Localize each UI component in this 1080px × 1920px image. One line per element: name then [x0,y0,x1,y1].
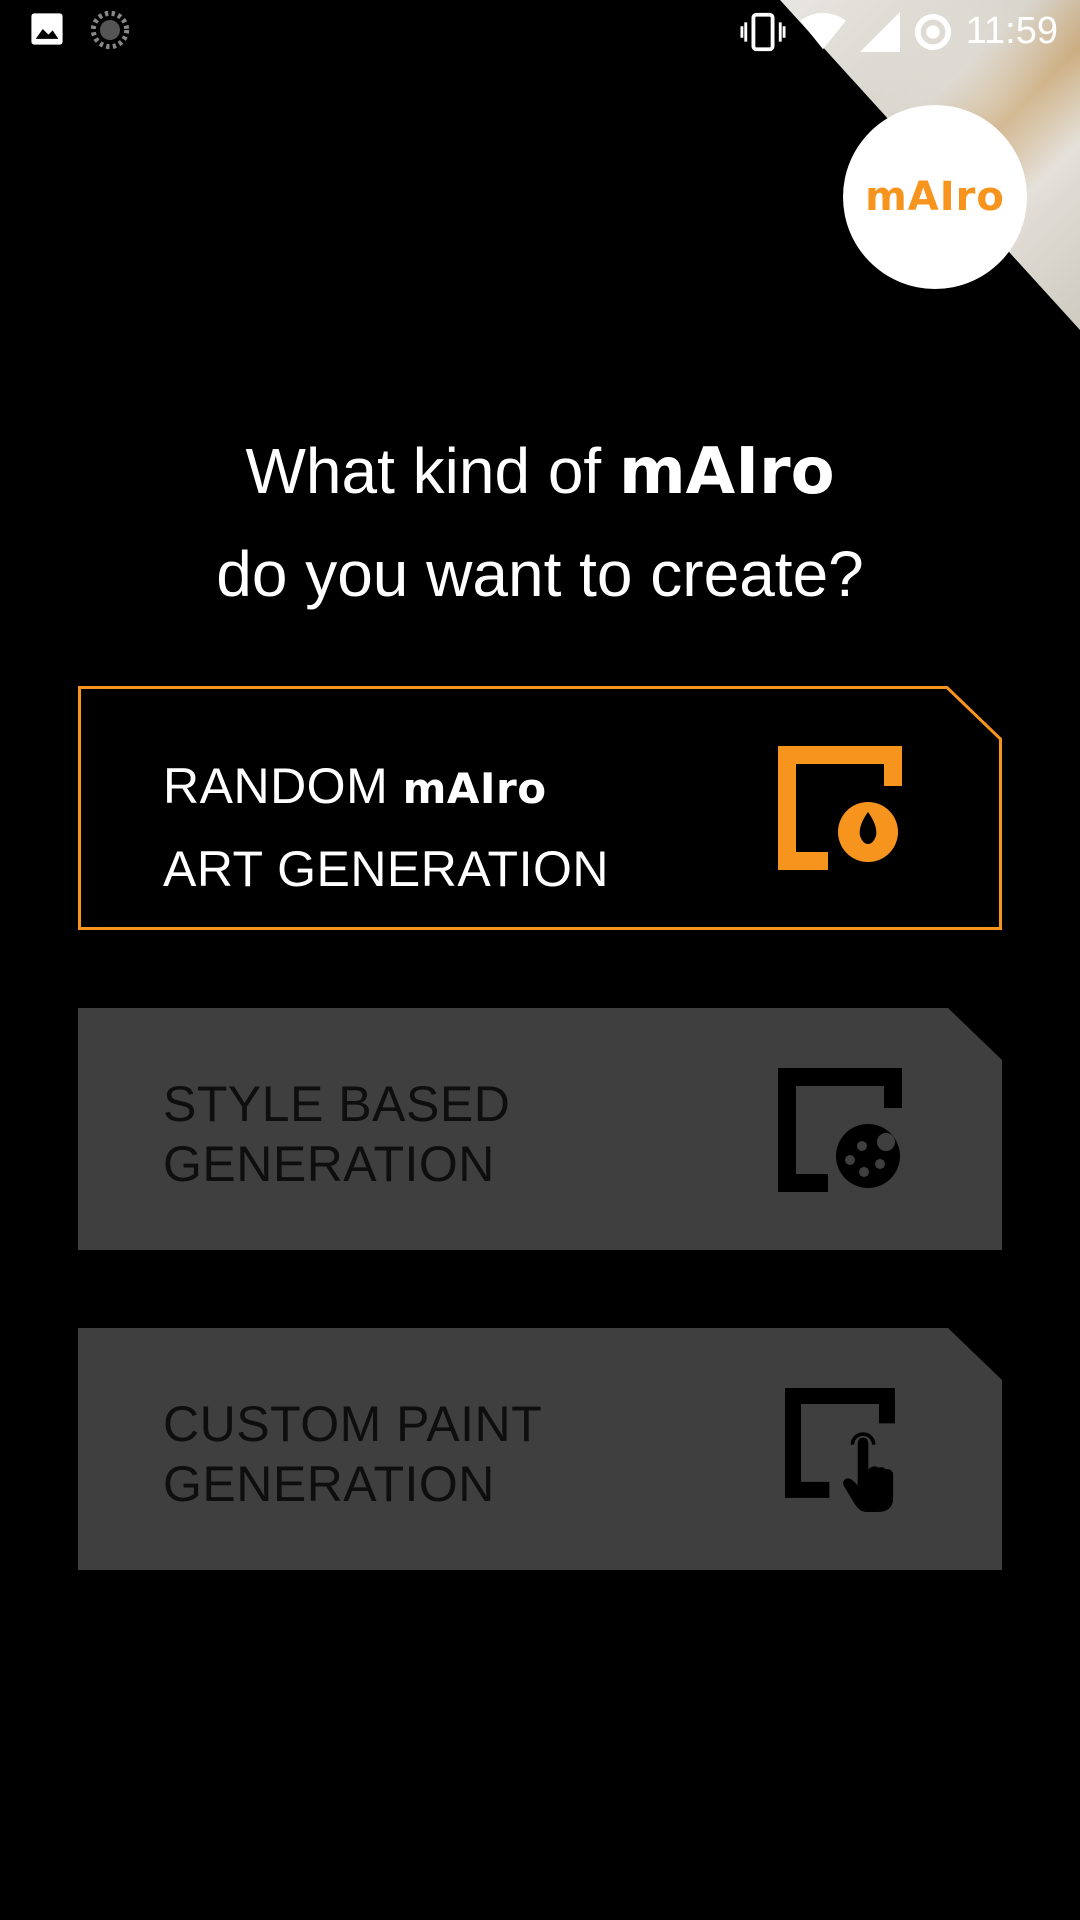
signal-icon [859,11,900,52]
loading-icon [90,10,130,50]
logo-text: mAIro [865,174,1005,220]
sync-icon [914,13,951,50]
style-based-generation-button[interactable]: STYLE BASED GENERATION [78,1008,1002,1250]
custom-card-line2: GENERATION [163,1456,495,1512]
status-time: 11:59 [965,10,1058,52]
gallery-icon [31,13,63,45]
vibrate-icon [740,12,786,51]
title-brand: mAIro [618,435,835,509]
custom-paint-generation-button[interactable]: CUSTOM PAINT GENERATION [78,1328,1002,1570]
style-card-label: STYLE BASED GENERATION [163,1074,510,1194]
title-prefix: What kind of [245,435,619,507]
page-title: What kind of mAIro do you want to create… [0,420,1080,625]
palette-frame-icon [778,1068,902,1192]
app-logo[interactable]: mAIro [843,105,1027,289]
status-bar: 11:59 [0,0,1080,64]
title-line-2: do you want to create? [216,538,864,610]
custom-card-line1: CUSTOM PAINT [163,1396,543,1452]
selected-card-outline [78,686,1002,930]
wifi-icon [799,12,846,49]
touch-frame-icon [785,1388,895,1512]
style-card-line1: STYLE BASED [163,1076,511,1132]
custom-card-label: CUSTOM PAINT GENERATION [163,1394,542,1514]
title-line-1: What kind of mAIro [0,420,1080,523]
style-card-line2: GENERATION [163,1136,495,1192]
